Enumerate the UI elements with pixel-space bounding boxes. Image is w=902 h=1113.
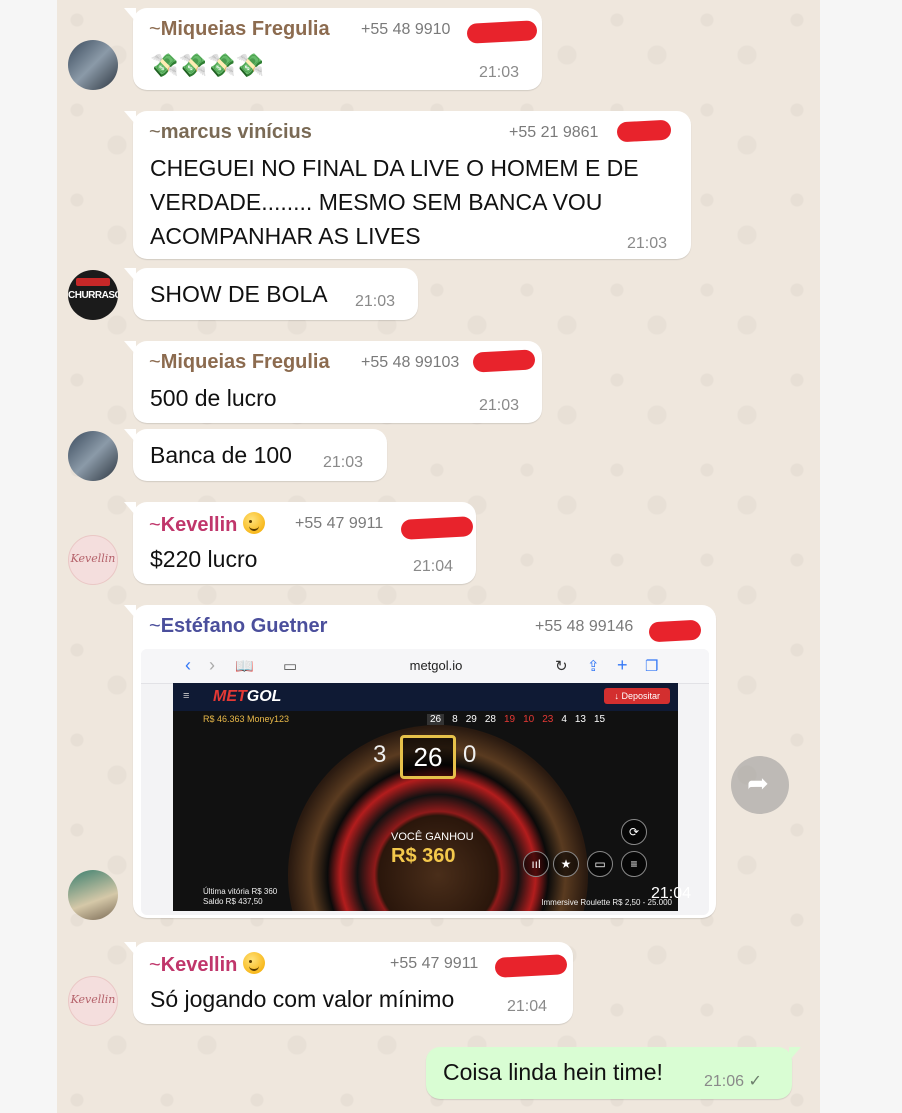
url-text: metgol.io [409,658,463,673]
redaction-mark [616,119,672,143]
shared-screenshot-image[interactable]: ‹ › 📖 ▭ metgol.io ↻ ⇪ + ❐ ≡ METGOL ↓ Dep… [141,649,709,915]
recent-numbers: 26 8 29 28 19 10 23 4 13 15 [427,714,613,725]
sender-phone: +55 21 9861 [509,124,599,141]
avatar[interactable] [68,431,118,481]
message-text-line: ACOMPANHAR AS LIVES [150,223,421,249]
message-time: 21:03 [479,64,520,81]
sender-phone: +55 48 9910 [361,21,451,38]
sender-name[interactable]: ~Miqueias Fregulia [149,351,330,374]
message-text: 💸💸💸💸 [150,52,265,78]
winning-number: 26 [400,735,456,779]
message-time: 21:03 [323,454,364,471]
replay-icon: ⟳ [621,819,647,845]
sender-name[interactable]: ~Kevellin [149,512,266,537]
win-label: VOCÊ GANHOU [391,831,474,843]
sender-name[interactable]: ~Miqueias Fregulia [149,18,330,41]
redaction-mark [648,619,702,643]
message-bubble[interactable]: ~Miqueias Fregulia +55 48 99103 500 de l… [124,341,542,423]
chat-icon: ▭ [587,851,613,877]
share-icon: ⇪ [587,658,600,675]
sender-phone: +55 48 99103 [361,354,460,371]
game-footer: Última vitória R$ 360 Saldo R$ 437,50 [203,887,278,906]
avatar[interactable]: CHURRASC [68,270,118,320]
forward-button[interactable]: ➦ [731,756,789,814]
avatar[interactable] [68,40,118,90]
redaction-mark [472,349,536,373]
tabs-icon: ❐ [645,658,659,675]
sender-name[interactable]: ~Estéfano Guetner [149,615,327,638]
win-amount: R$ 360 [391,845,456,867]
roulette-game-view: ≡ METGOL ↓ Depositar R$ 46.363 Money123 … [173,683,678,911]
message-text: Coisa linda hein time! [443,1059,663,1085]
sender-phone: +55 47 9911 [390,955,479,972]
message-bubble[interactable]: ~Kevellin +55 47 9911 $220 lucro 21:04 [124,502,476,584]
stats-icon: ııl [523,851,549,877]
message-text: SHOW DE BOLA [150,281,328,307]
message-text-line: VERDADE........ MESMO SEM BANCA VOU [150,189,603,215]
message-bubble[interactable]: ~marcus vinícius +55 21 9861 CHEGUEI NO … [124,111,691,259]
menu-icon: ≡ [621,851,647,877]
avatar[interactable]: Kevellin [68,976,118,1026]
message-bubble[interactable]: Banca de 100 21:03 [124,429,387,481]
winking-face-icon [243,952,266,974]
message-time: 21:03 [479,397,520,414]
forward-icon: ➦ [747,768,769,798]
message-bubble[interactable]: ~Miqueias Fregulia +55 48 9910 💸💸💸💸 21:0… [124,8,542,90]
message-bubble[interactable]: SHOW DE BOLA 21:03 [124,268,418,320]
redaction-mark [466,20,538,44]
tabs-overview-icon: ▭ [283,658,298,675]
message-time: 21:03 [627,235,668,252]
message-text: Só jogando com valor mínimo [150,986,455,1012]
back-icon: ‹ [185,655,191,675]
avatar[interactable] [68,870,118,920]
redaction-mark [400,516,474,540]
balance-text: R$ 46.363 Money123 [203,714,290,724]
menu-icon: ≡ [183,690,190,702]
message-text: 500 de lucro [150,385,277,411]
redaction-mark [494,954,568,978]
message-text: Banca de 100 [150,442,292,468]
new-tab-icon: + [617,655,628,675]
adjacent-number-right: 0 [463,741,477,768]
message-text-line: CHEGUEI NO FINAL DA LIVE O HOMEM E DE [150,155,639,181]
sender-phone: +55 48 99146 [535,618,634,635]
avatar[interactable]: Kevellin [68,535,118,585]
sent-check-icon: ✓ [748,1073,762,1090]
adjacent-number-left: 3 [373,741,387,768]
site-logo: METGOL [213,688,282,705]
outgoing-message-bubble[interactable]: Coisa linda hein time! 21:06 ✓ [426,1047,801,1099]
message-time: 21:06 ✓ [704,1073,762,1090]
reload-icon: ↻ [555,658,568,675]
forward-nav-icon: › [209,655,215,675]
image-message-bubble[interactable]: ~Estéfano Guetner +55 48 99146 ‹ › 📖 ▭ m… [124,605,716,918]
sender-name[interactable]: ~Kevellin [149,952,266,977]
message-bubble[interactable]: ~Kevellin +55 47 9911 Só jogando com val… [124,942,573,1024]
deposit-button: ↓ Depositar [604,688,670,704]
sender-phone: +55 47 9911 [295,515,384,532]
browser-toolbar: ‹ › 📖 ▭ metgol.io ↻ ⇪ + ❐ [141,649,709,684]
message-time: 21:04 [413,558,454,575]
message-time: 21:04 [650,885,691,902]
book-icon: 📖 [235,658,254,675]
winking-face-icon [243,512,266,534]
message-text: $220 lucro [150,546,258,572]
sender-name[interactable]: ~marcus vinícius [149,121,312,144]
game-header: ≡ METGOL ↓ Depositar [173,683,678,711]
message-time: 21:03 [355,293,396,310]
star-icon: ★ [553,851,579,877]
message-time: 21:04 [507,998,548,1015]
